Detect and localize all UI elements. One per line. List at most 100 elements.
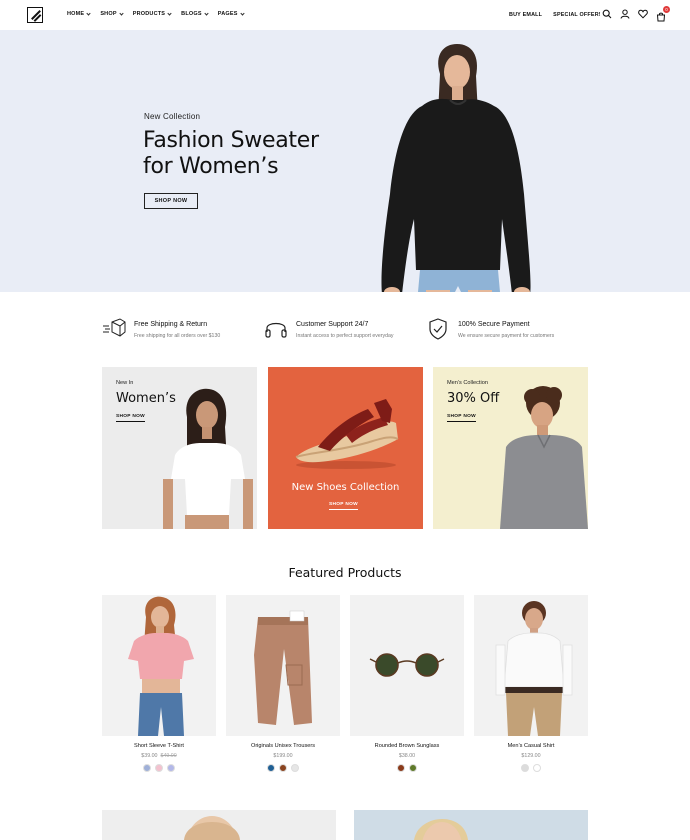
feature-support: Customer Support 24/7 Instant access to … bbox=[264, 318, 426, 340]
hero-title-line2: for Women’s bbox=[143, 154, 279, 179]
product-price: $39.00 $49.00 bbox=[102, 753, 216, 759]
color-swatches bbox=[102, 764, 216, 772]
special-offer-link[interactable]: SPECIAL OFFER! bbox=[553, 12, 601, 18]
chevron-down-icon bbox=[204, 10, 209, 16]
current-price: $38.00 bbox=[398, 753, 416, 759]
color-swatch[interactable] bbox=[521, 764, 529, 772]
banner-small-text: New In bbox=[116, 380, 134, 386]
product-card[interactable]: Men’s Casual Shirt $129.00 bbox=[474, 595, 588, 772]
product-name[interactable]: Men’s Casual Shirt bbox=[474, 743, 588, 749]
product-image[interactable] bbox=[226, 595, 340, 736]
feature-payment: 100% Secure Payment We ensure secure pay… bbox=[426, 318, 588, 340]
color-swatches bbox=[350, 764, 464, 772]
banner-small-text: Men’s Collection bbox=[447, 380, 488, 386]
hero-subtitle: New Collection bbox=[144, 112, 201, 121]
chevron-down-icon bbox=[86, 10, 91, 16]
promo-model-image bbox=[414, 818, 468, 840]
color-swatch[interactable] bbox=[143, 764, 151, 772]
banner-women[interactable]: New In Women’s SHOP NOW bbox=[102, 367, 257, 529]
product-price: $129.00 bbox=[474, 753, 588, 759]
nav-item-pages[interactable]: PAGES bbox=[218, 10, 245, 17]
chevron-down-icon bbox=[119, 10, 124, 16]
brand-logo-icon[interactable] bbox=[27, 7, 43, 23]
banner-shop-now-link[interactable]: SHOP NOW bbox=[116, 414, 145, 422]
hero-banner: New Collection Fashion Sweater for Women… bbox=[0, 30, 690, 292]
tshirt-model-image bbox=[128, 596, 194, 736]
main-nav: HOME SHOP PRODUCTS BLOGS PAGES bbox=[67, 10, 245, 17]
banner-shop-now-link[interactable]: SHOP NOW bbox=[329, 502, 358, 510]
promo-model-image bbox=[184, 816, 240, 840]
box-icon bbox=[103, 318, 126, 337]
product-image[interactable] bbox=[474, 595, 588, 736]
color-swatch[interactable] bbox=[167, 764, 175, 772]
color-swatch[interactable] bbox=[533, 764, 541, 772]
hero-model-image bbox=[381, 44, 531, 292]
feature-text: Customer Support 24/7 Instant access to … bbox=[296, 318, 393, 339]
current-price: $129.00 bbox=[521, 753, 541, 759]
feature-desc: Instant access to perfect support everyd… bbox=[296, 333, 394, 339]
nav-label: BLOGS bbox=[181, 11, 202, 17]
current-price: $199.00 bbox=[273, 753, 293, 759]
feature-title: Free Shipping & Return bbox=[134, 321, 208, 328]
nav-item-products[interactable]: PRODUCTS bbox=[132, 10, 172, 17]
banner-shop-now-link[interactable]: SHOP NOW bbox=[447, 414, 476, 422]
shoe-image bbox=[295, 399, 399, 469]
product-price: $38.00 bbox=[350, 753, 464, 759]
feature-text: 100% Secure Payment We ensure secure pay… bbox=[458, 318, 554, 339]
color-swatch[interactable] bbox=[397, 764, 405, 772]
color-swatch[interactable] bbox=[279, 764, 287, 772]
men-model-image bbox=[500, 386, 588, 529]
nav-item-home[interactable]: HOME bbox=[67, 10, 91, 17]
nav-label: HOME bbox=[67, 11, 85, 17]
cart-button[interactable]: 0 bbox=[656, 6, 670, 22]
nav-label: SHOP bbox=[100, 11, 117, 17]
product-card[interactable]: Rounded Brown Sunglass $38.00 bbox=[350, 595, 464, 772]
promo-banner-left[interactable] bbox=[102, 810, 336, 840]
product-name[interactable]: Short Sleeve T-Shirt bbox=[102, 743, 216, 749]
trousers-image bbox=[254, 610, 312, 725]
color-swatch[interactable] bbox=[155, 764, 163, 772]
hero-shop-now-button[interactable]: SHOP NOW bbox=[144, 193, 198, 209]
headphones-icon bbox=[265, 322, 287, 338]
banner-shoes[interactable]: New Shoes Collection SHOP NOW bbox=[268, 367, 423, 529]
cart-icon bbox=[656, 12, 666, 22]
banner-heading: 30% Off bbox=[447, 391, 500, 406]
color-swatches bbox=[226, 764, 340, 772]
hero-title-line1: Fashion Sweater bbox=[143, 128, 319, 153]
old-price: $49.00 bbox=[160, 753, 177, 759]
user-icon[interactable] bbox=[620, 9, 630, 19]
nav-item-blogs[interactable]: BLOGS bbox=[181, 10, 209, 17]
promo-banner-right[interactable] bbox=[354, 810, 588, 840]
product-name[interactable]: Rounded Brown Sunglass bbox=[350, 743, 464, 749]
current-price: $39.00 bbox=[141, 753, 158, 759]
product-image[interactable] bbox=[102, 595, 216, 736]
cart-count-badge: 0 bbox=[663, 6, 670, 13]
chevron-down-icon bbox=[167, 10, 172, 16]
features-row: Free Shipping & Return Free shipping for… bbox=[102, 318, 588, 340]
banner-heading: New Shoes Collection bbox=[291, 482, 400, 493]
feature-desc: We ensure secure payment for customers bbox=[458, 333, 555, 339]
product-card[interactable]: Short Sleeve T-Shirt $39.00 $49.00 bbox=[102, 595, 216, 772]
shield-icon bbox=[429, 318, 447, 340]
feature-shipping: Free Shipping & Return Free shipping for… bbox=[102, 318, 264, 340]
shirt-model-image bbox=[495, 601, 573, 736]
featured-products-title: Featured Products bbox=[288, 565, 402, 580]
heart-icon[interactable] bbox=[638, 9, 648, 19]
product-price: $199.00 bbox=[226, 753, 340, 759]
product-card[interactable]: Originals Unisex Trousers $199.00 bbox=[226, 595, 340, 772]
header-links: BUY EMALL SPECIAL OFFER! bbox=[509, 12, 601, 18]
color-swatch[interactable] bbox=[409, 764, 417, 772]
nav-label: PRODUCTS bbox=[132, 11, 166, 17]
search-icon[interactable] bbox=[602, 9, 612, 19]
product-name[interactable]: Originals Unisex Trousers bbox=[226, 743, 340, 749]
nav-item-shop[interactable]: SHOP bbox=[100, 10, 124, 17]
color-swatch[interactable] bbox=[291, 764, 299, 772]
banner-men[interactable]: Men’s Collection 30% Off SHOP NOW bbox=[433, 367, 588, 529]
buy-link[interactable]: BUY EMALL bbox=[509, 12, 542, 18]
color-swatch[interactable] bbox=[267, 764, 275, 772]
feature-desc: Free shipping for all orders over $130 bbox=[134, 333, 221, 339]
product-image[interactable] bbox=[350, 595, 464, 736]
site-header: HOME SHOP PRODUCTS BLOGS PAGES BUY EMALL… bbox=[0, 0, 690, 30]
chevron-down-icon bbox=[239, 10, 245, 16]
sunglasses-image bbox=[369, 653, 445, 677]
